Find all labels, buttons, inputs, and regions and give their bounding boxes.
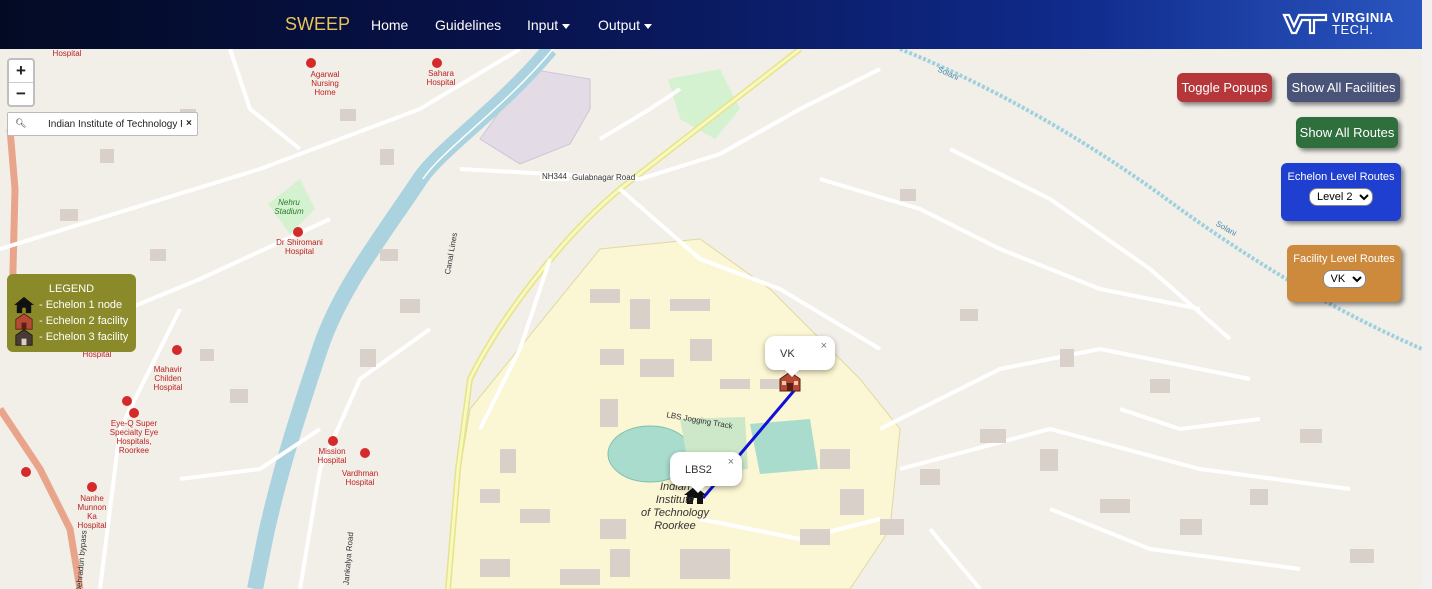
popup-close-button[interactable]: ×	[821, 340, 827, 352]
hospital-label-top: Hospital	[52, 49, 82, 58]
legend-title: LEGEND	[48, 283, 95, 295]
vt-logo-icon	[1282, 13, 1328, 35]
page-scrollbar[interactable]	[1422, 0, 1432, 589]
echelon-level-title: Echelon Level Routes	[1287, 171, 1395, 183]
hospital-label-agarwal: Agarwal Nursing Home	[310, 70, 340, 97]
show-all-routes-button[interactable]: Show All Routes	[1296, 117, 1398, 148]
zoom-in-button[interactable]: +	[9, 60, 33, 83]
navbar: SWEEP Home Guidelines Input Output VIRGI…	[0, 0, 1422, 49]
search-clear-button[interactable]: ×	[186, 118, 192, 129]
search-value[interactable]: Indian Institute of Technology Roorkee	[48, 119, 182, 130]
hospital-label-mahavir: Mahavir Childen Hospital	[153, 365, 183, 392]
brand[interactable]: SWEEP	[285, 14, 350, 35]
hospital-label-vardhman: Vardhman Hospital	[341, 469, 379, 487]
campus-label: Indian Institute of Technology Roorkee	[640, 481, 710, 532]
hospital-label-sahara: Sahara Hospital	[426, 69, 456, 87]
hospital-label-mission: Mission Hospital	[317, 447, 347, 465]
nav-guidelines[interactable]: Guidelines	[435, 17, 501, 33]
popup-lbs2[interactable]: LBS2 ×	[670, 452, 742, 493]
facility-level-panel: Facility Level Routes VK	[1287, 245, 1401, 302]
facility-dark-icon	[15, 329, 33, 346]
vt-logo[interactable]: VIRGINIA TECH.	[1282, 10, 1394, 37]
map[interactable]: NH344 Gulabnagar Road Solani Solani Indi…	[0, 49, 1422, 589]
legend-item-echelon3: - Echelon 3 facility	[13, 328, 128, 346]
zoom-control: + −	[7, 58, 35, 107]
search-icon: 🔍︎	[15, 118, 27, 128]
toggle-popups-button[interactable]: Toggle Popups	[1177, 73, 1272, 102]
nav-output[interactable]: Output	[598, 17, 653, 33]
chevron-down-icon	[562, 23, 571, 29]
nav-home[interactable]: Home	[371, 17, 408, 33]
legend: LEGEND - Echelon 1 node - Echelon 2 faci…	[7, 274, 136, 352]
search-input[interactable]: 🔍︎ Indian Institute of Technology Roorke…	[7, 112, 198, 136]
hospital-label-eyeq: Eye-Q Super Specialty Eye Hospitals, Roo…	[109, 419, 159, 455]
popup-close-button[interactable]: ×	[728, 456, 734, 468]
facility-level-title: Facility Level Routes	[1293, 253, 1395, 265]
road-label-nh344: NH344	[540, 172, 569, 181]
chevron-down-icon	[644, 23, 653, 29]
popup-tip	[784, 369, 800, 377]
stadium-label: Nehru Stadium	[274, 198, 304, 216]
popup-label: LBS2	[685, 464, 712, 476]
road-label-gulabnagar: Gulabnagar Road	[572, 173, 636, 182]
vt-logo-text: VIRGINIA TECH.	[1332, 10, 1394, 37]
zoom-out-button[interactable]: −	[9, 83, 33, 105]
hospital-label-nanhe: Nanhe Munnon Ka Hospital	[77, 494, 107, 530]
nav-input[interactable]: Input	[527, 17, 571, 33]
echelon-level-panel: Echelon Level Routes Level 2	[1281, 163, 1401, 221]
popup-tip	[690, 485, 706, 493]
hospital-label-shiromani: Dr Shiromani Hospital	[276, 238, 323, 256]
show-all-facilities-button[interactable]: Show All Facilities	[1287, 73, 1400, 102]
facility-level-select[interactable]: VK	[1322, 270, 1366, 288]
popup-label: VK	[780, 348, 795, 360]
echelon-level-select[interactable]: Level 2	[1309, 188, 1373, 206]
popup-vk[interactable]: VK ×	[765, 336, 835, 377]
